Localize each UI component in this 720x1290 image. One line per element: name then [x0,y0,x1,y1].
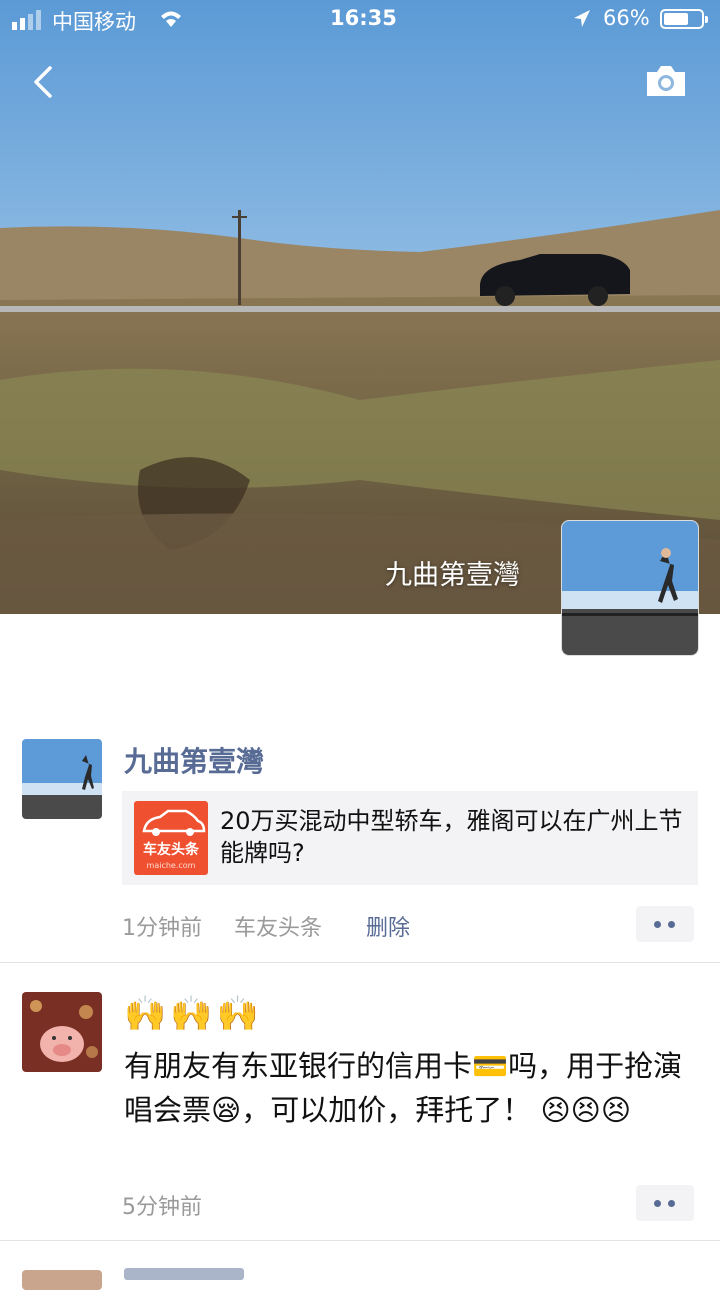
post-author[interactable]: 九曲第壹灣 [124,740,264,780]
battery-percent: 66% [603,6,650,30]
wifi-icon [161,11,181,27]
cover-user-name: 九曲第壹灣 [385,560,520,591]
app-logo: 车友头条 maiche.com [134,801,208,875]
post-author[interactable] [124,1268,244,1280]
more-actions-button[interactable] [636,906,694,942]
signal-icon [12,10,41,30]
logo-url: maiche.com [146,861,196,870]
chevron-left-icon[interactable] [28,62,58,102]
post-avatar[interactable] [22,992,102,1072]
clock: 16:35 [330,6,397,30]
post-divider [0,962,720,963]
camera-icon[interactable] [644,64,688,98]
more-actions-button[interactable] [636,1185,694,1221]
post-text: 有朋友有东亚银行的信用卡💳吗，用于抢演唱会票😪，可以加价，拜托了！ 😣😣😣 [124,1049,683,1127]
shared-link-title: 20万买混动中型轿车，雅阁可以在广州上节能牌吗? [220,807,683,867]
post-time: 1分钟前 [122,916,202,941]
post-source[interactable]: 车友头条 [234,910,322,942]
post-emoji-line: 🙌🙌🙌 [124,994,264,1034]
post-divider [0,1240,720,1241]
post-time: 5分钟前 [122,1195,202,1220]
location-arrow-icon [574,10,590,27]
status-bar: 中国移动 16:35 66% [0,0,720,40]
profile-avatar[interactable] [561,520,699,656]
shared-link-card[interactable]: 车友头条 maiche.com 20万买混动中型轿车，雅阁可以在广州上节能牌吗? [122,791,698,885]
battery-icon [660,9,708,29]
logo-text: 车友头条 [143,842,199,858]
delete-link[interactable]: 删除 [366,910,410,942]
carrier: 中国移动 [52,10,136,34]
post-avatar[interactable] [22,739,102,819]
post-avatar[interactable] [22,1270,102,1290]
